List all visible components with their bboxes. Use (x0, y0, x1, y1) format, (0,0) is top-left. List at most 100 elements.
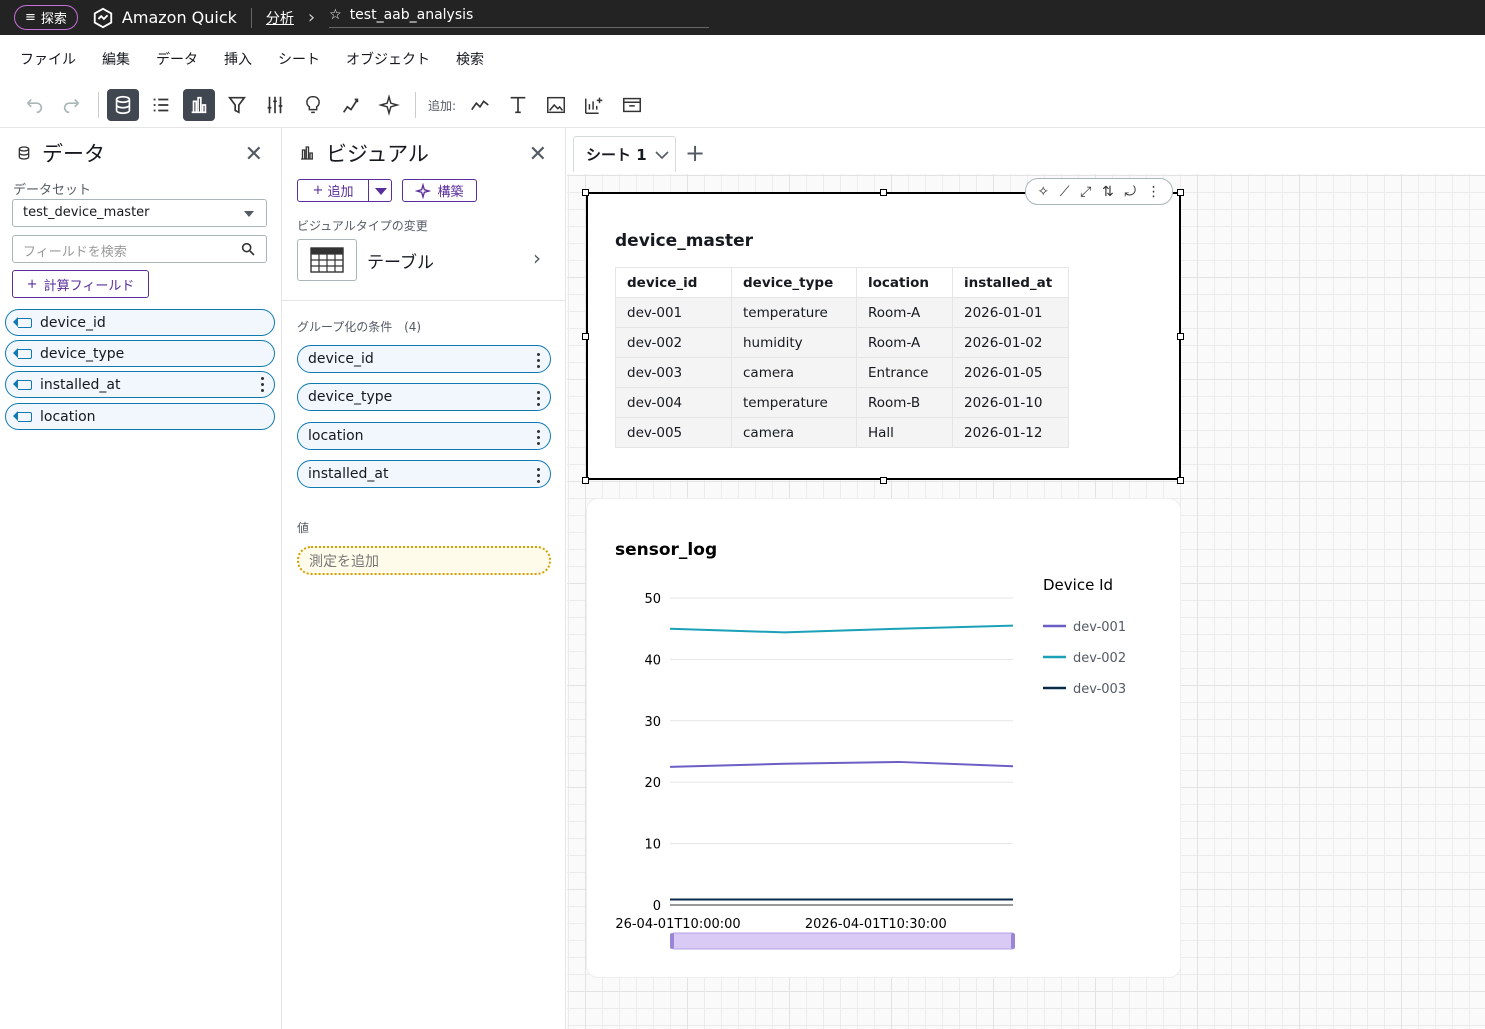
format-visual-icon[interactable]: ⟋ (1060, 184, 1070, 200)
chevron-right-icon[interactable]: › (533, 246, 541, 270)
add-calculated-field-button[interactable]: + 計算フィールド (12, 270, 149, 298)
column-header[interactable]: location (856, 267, 953, 298)
more-options-icon[interactable] (537, 391, 540, 406)
column-header[interactable]: device_type (731, 267, 857, 298)
group-field-well[interactable]: device_type (297, 383, 551, 411)
add-measure-dropzone[interactable]: 測定を追加 (297, 546, 551, 575)
table-icon (310, 247, 344, 273)
visual-panel-button[interactable] (183, 89, 215, 121)
resize-handle[interactable] (582, 333, 589, 340)
add-insight-button[interactable] (578, 89, 610, 121)
field-search-input[interactable]: フィールドを検索 (12, 235, 267, 263)
explore-button[interactable]: ≡ 探索 (14, 5, 78, 30)
add-sheet-icon[interactable]: + (685, 139, 705, 167)
table-row[interactable]: dev-003 camera Entrance 2026-01-05 (615, 357, 1069, 388)
more-options-icon[interactable] (537, 430, 540, 445)
visual-menu: ✧ ⟋ ⤢ ⇅ ⤾ ⋮ (1025, 178, 1173, 205)
top-bar: ≡ 探索 Amazon Quick 分析 › ☆ test_aab_analys… (0, 0, 1485, 35)
add-embed-button[interactable] (616, 89, 648, 121)
menu-insert[interactable]: 挿入 (224, 49, 252, 69)
menu-edit[interactable]: 編集 (102, 49, 130, 69)
legend-item[interactable]: dev-003 (1073, 682, 1126, 697)
breadcrumb-analysis-link[interactable]: 分析 (266, 8, 294, 28)
series-line-dev-001[interactable] (669, 760, 1014, 768)
resize-handle[interactable] (582, 477, 589, 484)
legend-item[interactable]: dev-002 (1073, 651, 1126, 666)
dataset-select[interactable]: test_device_master (12, 199, 267, 227)
table-visual-title: device_master (615, 231, 754, 251)
table-row[interactable]: dev-001 temperature Room-A 2026-01-01 (615, 297, 1069, 328)
group-field-well[interactable]: device_id (297, 345, 551, 373)
redo-button[interactable] (56, 89, 88, 121)
add-visual-button[interactable] (464, 89, 496, 121)
menu-data[interactable]: データ (156, 49, 198, 69)
legend-item[interactable]: dev-001 (1073, 620, 1126, 635)
divider (250, 7, 252, 28)
undo-button[interactable] (18, 89, 50, 121)
sheet-tab-1[interactable]: シート 1 (573, 136, 676, 172)
dimension-icon (13, 348, 32, 359)
resize-handle[interactable] (582, 189, 589, 196)
more-options-icon[interactable]: ⋮ (1147, 184, 1161, 200)
range-slider-handle-left[interactable] (670, 933, 674, 949)
data-panel-button[interactable] (107, 89, 139, 121)
brand[interactable]: Amazon Quick (92, 7, 237, 29)
table-cell: Room-B (856, 387, 953, 418)
column-header[interactable]: device_id (615, 267, 732, 298)
field-item[interactable]: installed_at (5, 371, 275, 398)
y-tick-label: 40 (644, 653, 661, 668)
outline-button[interactable] (145, 89, 177, 121)
more-options-icon[interactable] (537, 353, 540, 368)
resize-handle[interactable] (880, 189, 887, 196)
field-item[interactable]: device_type (5, 340, 275, 367)
visual-type-name[interactable]: テーブル (367, 248, 434, 273)
table-row[interactable]: dev-002 humidity Room-A 2026-01-02 (615, 327, 1069, 358)
x-tick-label: 26-04-01T10:00:00 (615, 917, 740, 932)
close-icon[interactable]: ✕ (245, 142, 263, 167)
field-item[interactable]: location (5, 403, 275, 430)
table-row[interactable]: dev-005 camera Hall 2026-01-12 (615, 417, 1069, 448)
toolbar-divider (415, 92, 416, 118)
resize-handle[interactable] (1177, 333, 1184, 340)
column-header[interactable]: installed_at (952, 267, 1069, 298)
controls-button[interactable] (259, 89, 291, 121)
sparkle-icon (378, 94, 400, 116)
visual-type-thumbnail[interactable] (297, 239, 357, 281)
embed-icon (623, 97, 642, 113)
build-visual-button[interactable]: 構築 (402, 179, 477, 202)
menu-object[interactable]: オブジェクト (346, 49, 430, 69)
themes-button[interactable] (335, 89, 367, 121)
group-field-well[interactable]: location (297, 422, 551, 450)
sort-icon[interactable]: ⇅ (1102, 184, 1114, 200)
resize-handle[interactable] (1177, 189, 1184, 196)
analysis-title[interactable]: ☆ test_aab_analysis (329, 7, 710, 28)
ai-build-button[interactable] (373, 89, 405, 121)
range-slider-handle-right[interactable] (1011, 933, 1015, 949)
table-row[interactable]: dev-004 temperature Room-B 2026-01-10 (615, 387, 1069, 418)
chevron-down-icon[interactable] (655, 150, 669, 160)
resize-handle[interactable] (880, 477, 887, 484)
sparkle-icon[interactable]: ✧ (1037, 184, 1049, 200)
expand-icon[interactable]: ⤢ (1080, 184, 1091, 200)
add-visual-button[interactable]: + 追加 (297, 179, 369, 202)
field-item[interactable]: device_id (5, 309, 275, 336)
add-text-button[interactable] (502, 89, 534, 121)
filter-button[interactable] (221, 89, 253, 121)
more-options-icon[interactable] (537, 468, 540, 483)
menu-file[interactable]: ファイル (20, 49, 76, 69)
more-options-icon[interactable] (261, 377, 264, 392)
menu-search[interactable]: 検索 (456, 49, 484, 69)
resize-handle[interactable] (1177, 477, 1184, 484)
star-icon[interactable]: ☆ (329, 7, 342, 23)
group-field-well[interactable]: installed_at (297, 460, 551, 488)
visual-panel-title: ビジュアル (326, 142, 429, 166)
menu-sheet[interactable]: シート (278, 49, 320, 69)
swap-icon[interactable]: ⤾ (1124, 184, 1136, 200)
series-line-dev-002[interactable] (669, 624, 1014, 634)
close-icon[interactable]: ✕ (529, 142, 547, 167)
insights-button[interactable] (297, 89, 329, 121)
add-visual-dropdown[interactable] (368, 179, 392, 202)
brand-name: Amazon Quick (121, 8, 237, 27)
add-image-button[interactable] (540, 89, 572, 121)
range-slider[interactable] (671, 932, 1015, 950)
